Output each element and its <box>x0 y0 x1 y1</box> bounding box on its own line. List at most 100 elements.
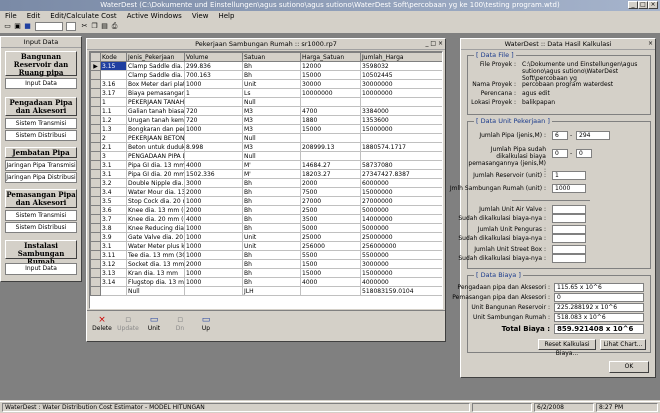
cell-jumlah[interactable]: 1880574.1717 <box>360 142 442 152</box>
cell-jenis[interactable]: PENGADAAN PIPA D <box>126 151 185 161</box>
cell-jenis[interactable]: Knee Reducing dia. <box>126 223 185 233</box>
reset-kalkulasi-button[interactable]: Reset Kalkulasi Biaya... <box>538 339 596 357</box>
cell-satuan[interactable]: Bh <box>242 205 301 215</box>
table-row[interactable]: 3.12 Socket dia. 13 mm (2000 Bh 1500 3000000 <box>90 259 442 269</box>
row-indicator[interactable] <box>90 115 101 125</box>
table-row[interactable]: 3.1Water Meter plus kop1000Unit256000256… <box>90 241 442 251</box>
cell-jenis[interactable]: Bongkaran dan perb <box>126 124 185 134</box>
cell-volume[interactable]: 700.163 <box>184 70 243 80</box>
table-row[interactable]: 3.16Box Meter dari plat b1000Unit3000030… <box>90 79 442 89</box>
cell-jenis[interactable]: Gate Valve dia. 20 m <box>126 232 185 242</box>
table-row[interactable]: 3.6 Knee dia. 13 mm (GI 2000 Bh 2500 5000000 <box>90 205 442 215</box>
table-row[interactable]: 1 PEKERJAAN TANAH Null <box>90 97 442 107</box>
cell-jumlah[interactable]: 1353600 <box>360 115 442 125</box>
cell-satuan[interactable]: M3 <box>242 115 301 125</box>
table-row[interactable]: 3.1 Pipa GI dia. 13 mm 4000 M' 14684.27 58737… <box>90 160 442 170</box>
row-indicator[interactable] <box>90 268 101 278</box>
jumlah-pipa-meter-field[interactable]: 294 <box>576 131 610 140</box>
cell-volume[interactable]: 8.998 <box>184 142 243 152</box>
cell-volume[interactable]: 4000 <box>184 160 243 170</box>
bangunan-input-data[interactable]: Input Data <box>5 78 77 89</box>
row-indicator[interactable] <box>90 151 101 161</box>
cell-harga[interactable]: 15000 <box>300 70 361 80</box>
row-indicator[interactable] <box>90 124 101 134</box>
cell-satuan[interactable]: M' <box>242 160 301 170</box>
row-indicator[interactable] <box>90 241 101 251</box>
cell-jumlah[interactable]: 15000000 <box>360 187 442 197</box>
air-valve-sub-field[interactable] <box>552 214 586 223</box>
row-indicator[interactable] <box>90 277 101 287</box>
cell-kode[interactable]: 3.2 <box>100 178 127 188</box>
cell-kode[interactable]: 1.2 <box>100 115 127 125</box>
penguras-field[interactable] <box>552 225 586 234</box>
menu-edit[interactable]: Edit <box>22 11 46 21</box>
copy-icon[interactable]: ❐ <box>90 22 99 31</box>
cell-harga[interactable]: 208999.13 <box>300 142 361 152</box>
table-row[interactable]: 1.2Urugan tanah kemba720M318801353600 <box>90 115 442 125</box>
cell-kode[interactable]: 2.1 <box>100 142 127 152</box>
row-indicator[interactable] <box>90 223 101 233</box>
cell-harga[interactable]: 14684.27 <box>300 160 361 170</box>
header-jenis-pekerjaan[interactable]: Jenis_Pekerjaan <box>126 52 185 62</box>
cell-kode[interactable]: 2 <box>100 133 127 143</box>
cell-harga[interactable]: 2000 <box>300 178 361 188</box>
cell-satuan[interactable]: Null <box>242 151 301 161</box>
menu-active-windows[interactable]: Active Windows <box>122 11 187 21</box>
table-row[interactable]: 3 PENGADAAN PIPA D Null <box>90 151 442 161</box>
cell-harga[interactable]: 18203.27 <box>300 169 361 179</box>
cell-jenis[interactable]: Stop Cock dia. 20 mm <box>126 196 185 206</box>
table-row[interactable]: 3.4Water Mour dia. 13 m2000Bh75001500000… <box>90 187 442 197</box>
cell-harga[interactable]: 1880 <box>300 115 361 125</box>
pengadaan-sistem-distribusi[interactable]: Sistem Distribusi <box>5 130 77 141</box>
save-icon[interactable]: ■ <box>23 22 32 31</box>
cell-jumlah[interactable]: 27000000 <box>360 196 442 206</box>
reservoir-field[interactable]: 1 <box>552 171 586 180</box>
cell-jenis[interactable]: Pipa GI dia. 20 mm ( <box>126 169 185 179</box>
cell-kode[interactable]: 3.11 <box>100 250 127 260</box>
cell-volume[interactable]: 2000 <box>184 259 243 269</box>
street-box-sub-field[interactable] <box>552 254 586 263</box>
cell-jenis[interactable]: Clamp Saddle dia. 5 <box>126 61 185 71</box>
ok-button[interactable]: OK <box>609 361 649 373</box>
jumlah-pipa-jenis-field[interactable]: 6 <box>552 131 568 140</box>
cell-jumlah[interactable]: 5000000 <box>360 205 442 215</box>
cell-satuan[interactable]: Bh <box>242 187 301 197</box>
cell-jumlah[interactable] <box>360 151 442 161</box>
table-row[interactable]: 1.1 Galian tanah biasa 720 M3 4700 3384000 <box>90 106 442 116</box>
row-indicator[interactable] <box>90 169 101 179</box>
cell-jenis[interactable]: Kran dia. 13 mm <box>126 268 185 278</box>
cell-volume[interactable]: 1000 <box>184 124 243 134</box>
instalasi-input-data[interactable]: Input Data <box>5 263 77 275</box>
row-indicator[interactable] <box>90 70 101 80</box>
row-indicator[interactable] <box>90 142 101 152</box>
cell-jumlah[interactable]: 518083159.0104 <box>360 286 442 296</box>
cell-jenis[interactable]: Water Mour dia. 13 m <box>126 187 185 197</box>
cell-satuan[interactable]: M' <box>242 169 301 179</box>
cell-jumlah[interactable]: 30000000 <box>360 79 442 89</box>
cell-satuan[interactable]: Null <box>242 97 301 107</box>
cell-jumlah[interactable]: 5000000 <box>360 223 442 233</box>
data-grid[interactable]: Kode Jenis_Pekerjaan Volume Satuan Harga… <box>89 51 443 309</box>
cell-volume[interactable]: 1 <box>184 88 243 98</box>
paste-icon[interactable]: ▤ <box>100 22 109 31</box>
cell-jenis[interactable]: Pipa GI dia. 13 mm <box>126 160 185 170</box>
up-button[interactable]: ▭ Up <box>193 315 219 332</box>
cell-satuan[interactable]: Bh <box>242 178 301 188</box>
cell-harga[interactable]: 5000 <box>300 223 361 233</box>
result-close-icon[interactable]: × <box>648 39 653 49</box>
cell-kode[interactable]: 3.7 <box>100 214 127 224</box>
row-indicator[interactable] <box>90 286 101 296</box>
cell-satuan[interactable]: M3 <box>242 142 301 152</box>
cell-satuan[interactable]: Bh <box>242 214 301 224</box>
jembatan-jaringan-transmisi[interactable]: Jaringan Pipa Transmisi <box>5 160 77 171</box>
cell-satuan[interactable]: Unit <box>242 232 301 242</box>
cell-jenis[interactable]: Tee dia. 13 mm (30 <box>126 250 185 260</box>
table-window-controls[interactable]: _ □ × <box>425 39 443 49</box>
row-indicator[interactable] <box>90 88 101 98</box>
cell-kode[interactable]: 3.1 <box>100 160 127 170</box>
cell-volume[interactable]: 1000 <box>184 250 243 260</box>
row-indicator[interactable] <box>90 250 101 260</box>
cell-jenis[interactable]: Socket dia. 13 mm ( <box>126 259 185 269</box>
cell-satuan[interactable]: Bh <box>242 70 301 80</box>
cell-harga[interactable]: 2500 <box>300 205 361 215</box>
